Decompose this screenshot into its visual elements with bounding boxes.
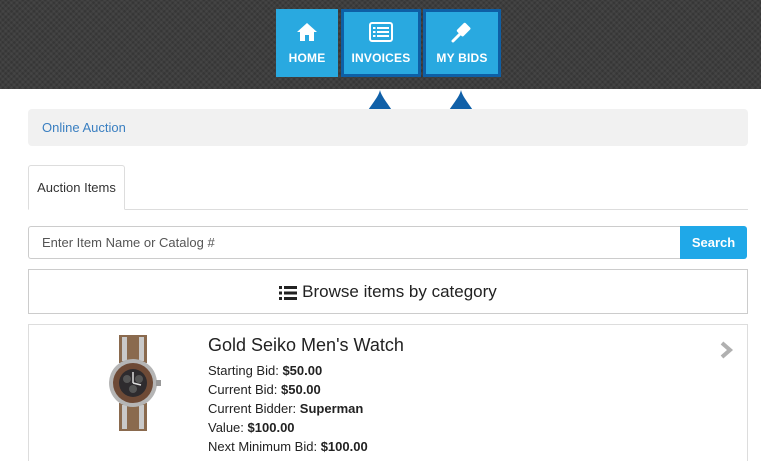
current-bidder-label: Current Bidder: [208, 401, 297, 416]
invoice-icon [368, 21, 394, 43]
value-label: Value: [208, 420, 244, 435]
nav-home-label: HOME [288, 51, 326, 65]
next-minimum-bid-row: Next Minimum Bid: $100.00 [208, 437, 368, 456]
breadcrumb-link-online-auction[interactable]: Online Auction [42, 120, 126, 135]
value-row: Value: $100.00 [208, 418, 368, 437]
nav-invoices-label: INVOICES [351, 51, 411, 65]
browse-label: Browse items by category [302, 281, 497, 301]
home-icon [294, 21, 320, 43]
item-details: Starting Bid: $50.00 Current Bid: $50.00… [208, 361, 368, 456]
next-minimum-bid-value: $100.00 [320, 439, 368, 454]
list-icon [279, 285, 298, 300]
nav-home-button[interactable]: HOME [276, 9, 338, 77]
starting-bid-value: $50.00 [282, 363, 323, 378]
current-bidder-row: Current Bidder: Superman [208, 399, 368, 418]
current-bid-row: Current Bid: $50.00 [208, 380, 368, 399]
current-bid-value: $50.00 [281, 382, 321, 397]
browse-category-button[interactable]: Browse items by category [28, 269, 748, 314]
chevron-right-icon[interactable] [718, 341, 734, 359]
search-input[interactable] [28, 226, 680, 259]
nav-mybids-button[interactable]: MY BIDS [423, 9, 501, 77]
starting-bid-label: Starting Bid: [208, 363, 279, 378]
breadcrumb: Online Auction [28, 109, 748, 146]
nav-invoices-button[interactable]: INVOICES [341, 9, 421, 77]
nav-mybids-label: MY BIDS [436, 51, 488, 65]
starting-bid-row: Starting Bid: $50.00 [208, 361, 368, 380]
current-bidder-value: Superman [299, 401, 364, 416]
search-button[interactable]: Search [680, 226, 747, 259]
tab-divider [28, 209, 748, 210]
gavel-icon [449, 21, 475, 43]
item-image [99, 335, 167, 431]
next-minimum-bid-label: Next Minimum Bid: [208, 439, 318, 454]
item-title[interactable]: Gold Seiko Men's Watch [208, 335, 404, 356]
auction-item-card[interactable]: Gold Seiko Men's Watch Starting Bid: $50… [28, 324, 748, 461]
tab-auction-items[interactable]: Auction Items [28, 165, 125, 210]
current-bid-label: Current Bid: [208, 382, 278, 397]
value-amount: $100.00 [247, 420, 295, 435]
